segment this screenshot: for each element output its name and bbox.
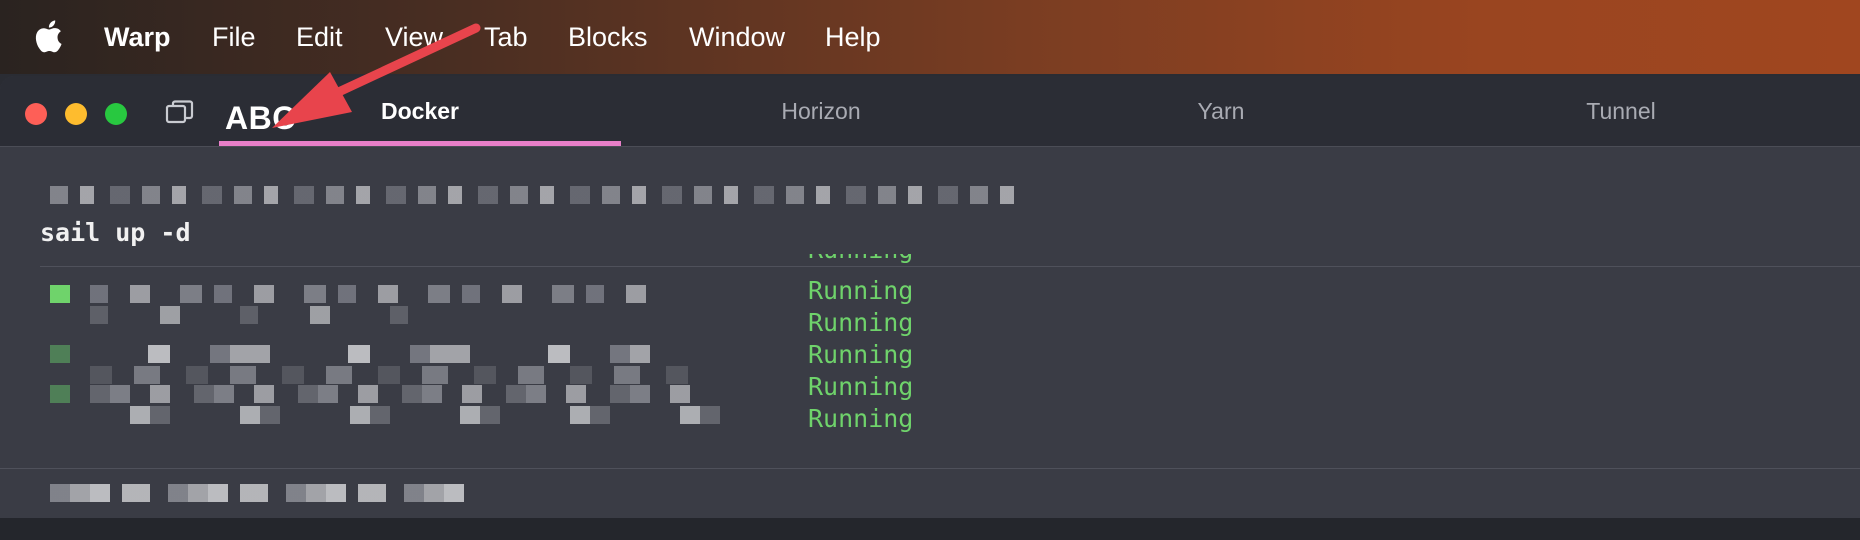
menu-edit[interactable]: Edit [296, 20, 343, 54]
menu-blocks[interactable]: Blocks [568, 20, 648, 54]
tab-tunnel[interactable]: Tunnel [1421, 76, 1821, 146]
command-line[interactable]: sail up -d [40, 218, 191, 247]
tab-horizon-label: Horizon [781, 97, 861, 124]
menu-app-name[interactable]: Warp [104, 20, 171, 54]
apple-logo-icon[interactable] [34, 18, 68, 54]
tab-yarn[interactable]: Yarn [1021, 76, 1421, 146]
block-divider-top [40, 266, 1860, 267]
active-tab-indicator [219, 141, 621, 146]
tab-yarn-label: Yarn [1197, 97, 1245, 124]
obscured-container-row [90, 366, 710, 384]
container-status-square [50, 385, 70, 403]
container-status-square [50, 285, 70, 303]
container-status-square [50, 345, 70, 363]
menu-view[interactable]: View [385, 20, 443, 54]
minimize-window-button[interactable] [65, 103, 87, 125]
obscured-container-row [90, 345, 650, 363]
status-running-cut-text: Running [808, 254, 913, 266]
tab-horizon[interactable]: Horizon [621, 76, 1021, 146]
menu-help[interactable]: Help [825, 20, 881, 54]
menu-file[interactable]: File [212, 20, 256, 54]
annotation-label: ABC [225, 100, 296, 136]
menu-window[interactable]: Window [689, 20, 785, 54]
window-footer [0, 518, 1860, 540]
obscured-input-prompt[interactable] [50, 484, 470, 502]
tab-tunnel-label: Tunnel [1586, 97, 1656, 124]
obscured-prompt [50, 186, 1030, 204]
menu-tab[interactable]: Tab [484, 20, 528, 54]
status-running-cut: Running [808, 254, 913, 266]
block-divider-bottom [0, 468, 1860, 469]
status-running: Running [808, 308, 914, 337]
obscured-container-row [90, 306, 430, 324]
obscured-container-row [90, 285, 670, 303]
obscured-container-row [90, 406, 780, 424]
tab-docker-label: Docker [381, 97, 459, 124]
status-running: Running [808, 404, 914, 433]
menu-bar: Warp File Edit View Tab Blocks Window He… [0, 0, 1860, 74]
status-running: Running [808, 276, 914, 305]
tab-overview-icon[interactable] [164, 98, 196, 128]
obscured-container-row [90, 385, 690, 403]
status-running: Running [808, 340, 914, 369]
zoom-window-button[interactable] [105, 103, 127, 125]
close-window-button[interactable] [25, 103, 47, 125]
status-running: Running [808, 372, 914, 401]
